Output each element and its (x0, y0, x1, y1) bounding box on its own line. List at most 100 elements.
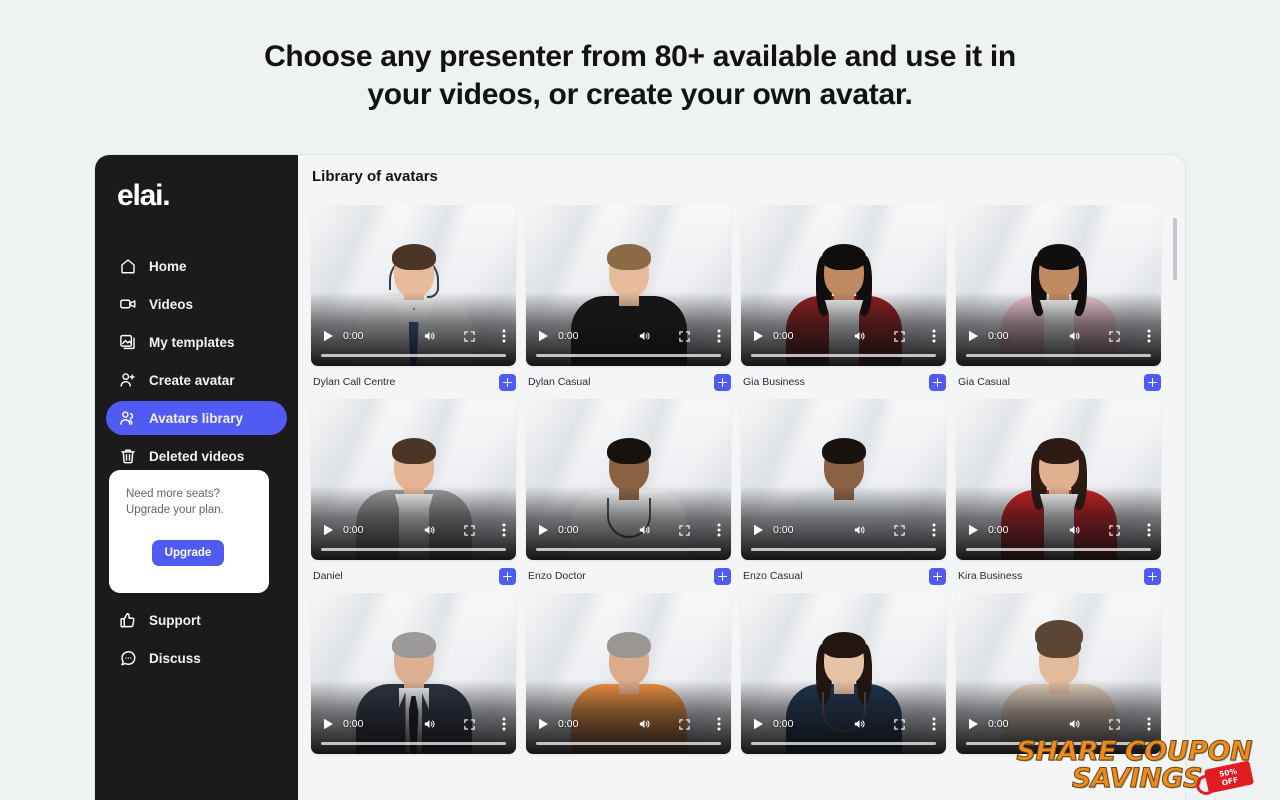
add-avatar-button[interactable] (929, 373, 946, 391)
vertical-scrollbar[interactable] (1173, 185, 1181, 795)
volume-icon[interactable] (637, 717, 652, 731)
sidebar-item-deleted-videos[interactable]: Deleted videos (106, 439, 287, 473)
avatar-thumbnail[interactable]: 0:00 (956, 399, 1161, 560)
sidebar-item-create-avatar[interactable]: Create avatar (106, 363, 287, 397)
play-icon[interactable] (536, 524, 550, 536)
sidebar-item-home[interactable]: Home (106, 249, 287, 283)
volume-icon[interactable] (852, 329, 867, 343)
volume-icon[interactable] (422, 329, 437, 343)
avatar-card[interactable]: 0:00 Enzo Casual (741, 399, 946, 593)
avatar-card[interactable]: 0:00 Daniel (311, 399, 516, 593)
kebab-menu-icon[interactable] (502, 523, 506, 537)
avatar-thumbnail[interactable]: 0:00 (741, 205, 946, 366)
add-avatar-button[interactable] (929, 567, 946, 585)
avatar-thumbnail[interactable]: 0:00 (526, 399, 731, 560)
sidebar-item-my-templates[interactable]: My templates (106, 325, 287, 359)
progress-bar[interactable] (751, 548, 936, 551)
play-icon[interactable] (321, 524, 335, 536)
avatar-card[interactable]: 0:00 (741, 593, 946, 787)
volume-icon[interactable] (1067, 329, 1082, 343)
play-icon[interactable] (536, 330, 550, 342)
kebab-menu-icon[interactable] (1147, 717, 1151, 731)
progress-bar[interactable] (966, 742, 1151, 745)
fullscreen-icon[interactable] (1108, 524, 1121, 537)
kebab-menu-icon[interactable] (717, 717, 721, 731)
avatar-thumbnail[interactable]: 0:00 (741, 593, 946, 754)
scrollbar-thumb[interactable] (1173, 218, 1177, 280)
progress-bar[interactable] (321, 548, 506, 551)
app-logo[interactable]: elai. (95, 177, 298, 223)
progress-bar[interactable] (536, 548, 721, 551)
fullscreen-icon[interactable] (893, 524, 906, 537)
avatar-thumbnail[interactable]: 0:00 (956, 593, 1161, 754)
volume-icon[interactable] (422, 717, 437, 731)
fullscreen-icon[interactable] (678, 330, 691, 343)
add-avatar-button[interactable] (499, 373, 516, 391)
avatar-thumbnail[interactable]: 0:00 (526, 593, 731, 754)
avatar-card[interactable]: 0:00 (526, 593, 731, 787)
fullscreen-icon[interactable] (1108, 718, 1121, 731)
fullscreen-icon[interactable] (463, 330, 476, 343)
kebab-menu-icon[interactable] (1147, 523, 1151, 537)
add-avatar-button[interactable] (714, 373, 731, 391)
volume-icon[interactable] (637, 523, 652, 537)
avatar-card[interactable]: 0:00 Dylan Call Centre (311, 205, 516, 399)
fullscreen-icon[interactable] (893, 718, 906, 731)
avatar-thumbnail[interactable]: 0:00 (311, 399, 516, 560)
play-icon[interactable] (751, 524, 765, 536)
kebab-menu-icon[interactable] (717, 523, 721, 537)
avatar-thumbnail[interactable]: 0:00 (956, 205, 1161, 366)
fullscreen-icon[interactable] (678, 524, 691, 537)
volume-icon[interactable] (637, 329, 652, 343)
volume-icon[interactable] (852, 717, 867, 731)
upgrade-button[interactable]: Upgrade (152, 540, 224, 566)
kebab-menu-icon[interactable] (932, 717, 936, 731)
avatar-card[interactable]: 0:00 (311, 593, 516, 787)
progress-bar[interactable] (966, 354, 1151, 357)
play-icon[interactable] (751, 718, 765, 730)
volume-icon[interactable] (1067, 523, 1082, 537)
play-icon[interactable] (751, 330, 765, 342)
add-avatar-button[interactable] (1144, 567, 1161, 585)
sidebar-item-discuss[interactable]: Discuss (106, 641, 287, 675)
avatar-thumbnail[interactable]: 0:00 (741, 399, 946, 560)
fullscreen-icon[interactable] (463, 524, 476, 537)
volume-icon[interactable] (852, 523, 867, 537)
progress-bar[interactable] (321, 742, 506, 745)
avatar-thumbnail[interactable]: 0:00 (311, 593, 516, 754)
avatar-card[interactable]: 0:00 Gia Business (741, 205, 946, 399)
play-icon[interactable] (966, 330, 980, 342)
play-icon[interactable] (321, 330, 335, 342)
avatar-card[interactable]: 0:00 Dylan Casual (526, 205, 731, 399)
volume-icon[interactable] (422, 523, 437, 537)
kebab-menu-icon[interactable] (502, 717, 506, 731)
play-icon[interactable] (321, 718, 335, 730)
sidebar-item-avatars-library[interactable]: Avatars library (106, 401, 287, 435)
avatar-thumbnail[interactable]: 0:00 (526, 205, 731, 366)
kebab-menu-icon[interactable] (932, 329, 936, 343)
sidebar-item-support[interactable]: Support (106, 603, 287, 637)
play-icon[interactable] (536, 718, 550, 730)
avatar-card[interactable]: 0:00 (956, 593, 1161, 787)
add-avatar-button[interactable] (1144, 373, 1161, 391)
fullscreen-icon[interactable] (893, 330, 906, 343)
fullscreen-icon[interactable] (1108, 330, 1121, 343)
sidebar-item-videos[interactable]: Videos (106, 287, 287, 321)
kebab-menu-icon[interactable] (1147, 329, 1151, 343)
fullscreen-icon[interactable] (463, 718, 476, 731)
progress-bar[interactable] (536, 354, 721, 357)
play-icon[interactable] (966, 718, 980, 730)
progress-bar[interactable] (751, 742, 936, 745)
kebab-menu-icon[interactable] (502, 329, 506, 343)
kebab-menu-icon[interactable] (932, 523, 936, 537)
add-avatar-button[interactable] (714, 567, 731, 585)
kebab-menu-icon[interactable] (717, 329, 721, 343)
add-avatar-button[interactable] (499, 567, 516, 585)
avatar-thumbnail[interactable]: 0:00 (311, 205, 516, 366)
progress-bar[interactable] (321, 354, 506, 357)
avatar-card[interactable]: 0:00 Gia Casual (956, 205, 1161, 399)
volume-icon[interactable] (1067, 717, 1082, 731)
progress-bar[interactable] (751, 354, 936, 357)
progress-bar[interactable] (966, 548, 1151, 551)
play-icon[interactable] (966, 524, 980, 536)
